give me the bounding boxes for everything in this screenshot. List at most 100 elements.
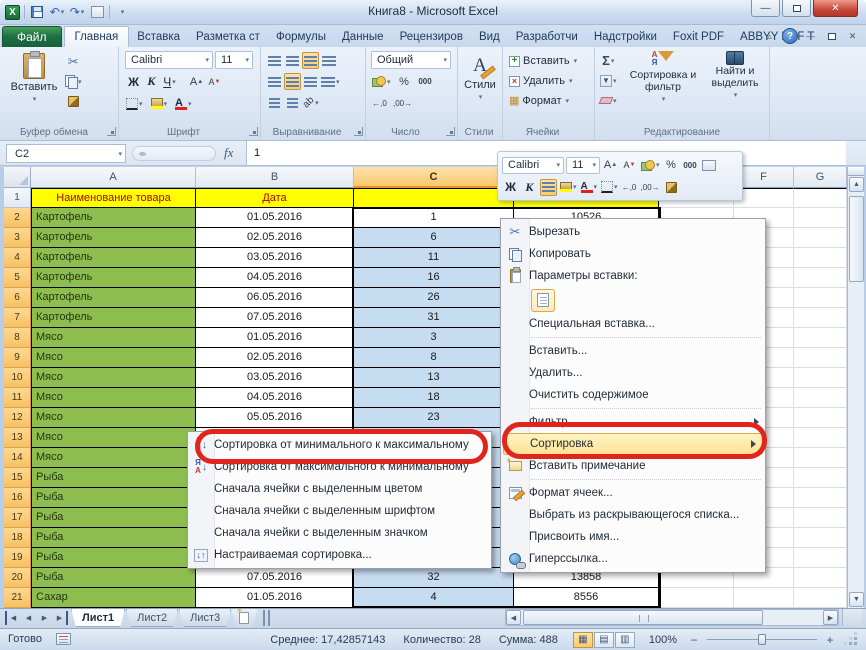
increase-decimal-button[interactable]: ←,0	[371, 95, 388, 112]
cell-B21[interactable]: 01.05.2016	[196, 588, 354, 608]
menu-item-сортировкаотминимальногокмаксимальному[interactable]: АЯ↓Сортировка от минимального к максимал…	[188, 434, 491, 456]
vertical-scrollbar[interactable]: ▲ ▼	[847, 167, 864, 608]
percent-button[interactable]: %	[396, 73, 413, 90]
zoom-slider[interactable]	[707, 639, 817, 640]
cell-C21[interactable]: 4	[354, 588, 514, 608]
cell-B7[interactable]: 07.05.2016	[196, 308, 354, 328]
cell-B1[interactable]: Дата	[196, 188, 354, 208]
cell-A6[interactable]: Картофель	[31, 288, 196, 308]
align-middle-button[interactable]	[284, 52, 301, 69]
row-header-15[interactable]: 15	[4, 468, 31, 488]
cell-G2[interactable]	[794, 208, 847, 228]
scrollbar-resize-handle[interactable]	[842, 609, 862, 626]
autosum-button[interactable]: Σ▾	[599, 52, 618, 69]
maximize-button[interactable]	[782, 0, 811, 17]
cell-G10[interactable]	[794, 368, 847, 388]
number-format-select[interactable]: Общий▾	[371, 51, 451, 69]
cell-B2[interactable]: 01.05.2016	[196, 208, 354, 228]
grow-font-button[interactable]: А▲	[188, 73, 205, 90]
cell-C10[interactable]: 13	[354, 368, 514, 388]
cell-C7[interactable]: 31	[354, 308, 514, 328]
cell-G5[interactable]	[794, 268, 847, 288]
scroll-up-button[interactable]: ▲	[849, 177, 864, 192]
tab-Главная[interactable]: Главная	[64, 26, 130, 47]
wrap-text-button[interactable]	[320, 52, 337, 69]
name-box[interactable]: C2▾	[6, 144, 126, 163]
menu-item-фильтр[interactable]: Фильтр	[501, 411, 765, 433]
cell-C4[interactable]: 11	[354, 248, 514, 268]
mini-accounting-button[interactable]: ▾	[640, 157, 661, 174]
cut-button[interactable]: ✂	[64, 53, 83, 70]
mini-comma-button[interactable]: 000	[682, 157, 699, 174]
cell-G16[interactable]	[794, 488, 847, 508]
cell-A10[interactable]: Мясо	[31, 368, 196, 388]
cell-B5[interactable]: 04.05.2016	[196, 268, 354, 288]
cell-A5[interactable]: Картофель	[31, 268, 196, 288]
underline-button[interactable]: Ч▾	[161, 73, 178, 90]
tab-Foxit PDF[interactable]: Foxit PDF	[665, 26, 732, 47]
cell-G11[interactable]	[794, 388, 847, 408]
cell-A11[interactable]: Мясо	[31, 388, 196, 408]
cell-G1[interactable]	[794, 188, 847, 208]
row-header-20[interactable]: 20	[4, 568, 31, 588]
cell-G17[interactable]	[794, 508, 847, 528]
mini-shrink-font-button[interactable]: А▼	[621, 157, 638, 174]
borders-button[interactable]: ▾	[125, 95, 144, 112]
bold-button[interactable]: Ж	[125, 73, 142, 90]
page-break-view-button[interactable]: ▥	[615, 632, 635, 648]
sheet-tab-Лист2[interactable]: Лист2	[126, 609, 178, 627]
mini-fill-color-button[interactable]: ▾	[559, 179, 578, 196]
workbook-restore-icon[interactable]	[823, 29, 840, 44]
mini-borders-button[interactable]: ▾	[600, 179, 619, 196]
cell-C6[interactable]: 26	[354, 288, 514, 308]
sort-filter-button[interactable]: АЯ Сортировка и фильтр ▾	[625, 51, 701, 103]
fill-button[interactable]: ▼▾	[599, 72, 618, 89]
fill-color-button[interactable]: ▾	[150, 95, 169, 112]
scroll-right-button[interactable]: ▶	[823, 610, 838, 625]
menu-item-очиститьсодержимое[interactable]: Очистить содержимое	[501, 384, 765, 406]
cell-A18[interactable]: Рыба	[31, 528, 196, 548]
horizontal-scrollbar[interactable]: ◀ ▶	[505, 609, 839, 626]
row-header-17[interactable]: 17	[4, 508, 31, 528]
vertical-scroll-thumb[interactable]	[849, 196, 864, 282]
menu-item-сначалаячейкисвыделеннымшрифтом[interactable]: Сначала ячейки с выделенным шрифтом	[188, 500, 491, 522]
cell-C20[interactable]: 32	[354, 568, 514, 588]
decrease-decimal-button[interactable]: ,00→	[392, 95, 413, 112]
cell-A3[interactable]: Картофель	[31, 228, 196, 248]
scroll-left-button[interactable]: ◀	[506, 610, 521, 625]
last-sheet-button[interactable]: ▶	[53, 611, 68, 625]
minimize-ribbon-icon[interactable]: ▵	[761, 29, 778, 44]
delete-cells-button[interactable]: ×Удалить▾	[509, 72, 577, 90]
tab-Рецензиров[interactable]: Рецензиров	[392, 26, 471, 47]
insert-cells-button[interactable]: +Вставить▾	[509, 52, 577, 70]
cell-A9[interactable]: Мясо	[31, 348, 196, 368]
menu-item-гиперссылка[interactable]: Гиперссылка...	[501, 548, 765, 570]
cell-A17[interactable]: Рыба	[31, 508, 196, 528]
cell-C9[interactable]: 8	[354, 348, 514, 368]
zoom-in-button[interactable]: +	[823, 633, 837, 647]
menu-item-копировать[interactable]: Копировать	[501, 243, 765, 265]
cell-G13[interactable]	[794, 428, 847, 448]
cell-A1[interactable]: Наименование товара	[31, 188, 196, 208]
cell-G18[interactable]	[794, 528, 847, 548]
row-header-18[interactable]: 18	[4, 528, 31, 548]
align-bottom-button[interactable]	[302, 52, 319, 69]
cell-B8[interactable]: 01.05.2016	[196, 328, 354, 348]
font-dialog-launcher[interactable]	[249, 127, 258, 136]
cell-A15[interactable]: Рыба	[31, 468, 196, 488]
row-header-4[interactable]: 4	[4, 248, 31, 268]
cell-C12[interactable]: 23	[354, 408, 514, 428]
menu-item-вставить[interactable]: Вставить...	[501, 340, 765, 362]
row-header-11[interactable]: 11	[4, 388, 31, 408]
merge-center-button[interactable]: ▾	[320, 73, 341, 90]
tab-splitter[interactable]	[263, 610, 270, 626]
menu-item-вставитьпримечание[interactable]: Вставить примечание	[501, 455, 765, 477]
cell-G20[interactable]	[794, 568, 847, 588]
cell-B20[interactable]: 07.05.2016	[196, 568, 354, 588]
cell-A4[interactable]: Картофель	[31, 248, 196, 268]
cell-B4[interactable]: 03.05.2016	[196, 248, 354, 268]
row-header-1[interactable]: 1	[4, 188, 31, 208]
paste-button[interactable]: Вставить ▾	[10, 53, 58, 103]
tab-Формулы[interactable]: Формулы	[268, 26, 334, 47]
page-layout-view-button[interactable]: ▤	[594, 632, 614, 648]
